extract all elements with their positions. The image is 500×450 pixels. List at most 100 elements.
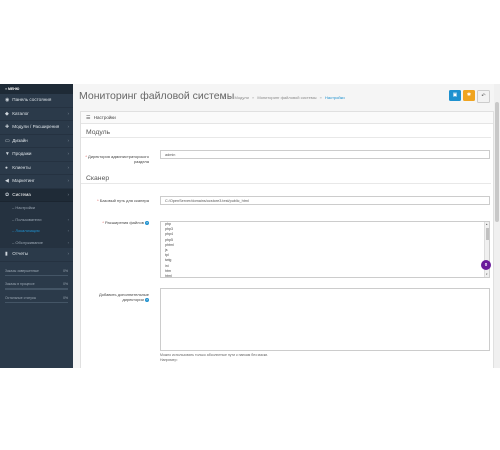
stat-value: 0% <box>63 268 68 273</box>
app-window: ≡ МЕНЮ ◉ Панель состояния ◆ Каталог › ✚ … <box>0 84 500 368</box>
sidebar-item-label: Дизайн <box>12 137 28 143</box>
gear-icon: ✿ <box>5 192 10 198</box>
sidebar-item-dashboard[interactable]: ◉ Панель состояния <box>0 94 73 108</box>
puzzle-icon: ✚ <box>5 125 10 130</box>
sidebar-item-label: Продажи <box>12 151 32 156</box>
breadcrumb-separator: » <box>319 94 322 100</box>
sidebar-subitem-settings[interactable]: – Настройки <box>0 202 73 214</box>
scroll-down-icon[interactable]: ▼ <box>486 273 488 276</box>
sidebar-item-system[interactable]: ✿ Система › <box>0 188 73 202</box>
chevron-right-icon: › <box>67 164 70 170</box>
extensions-listbox[interactable]: php php3 php4 php5 phtml js tpl twig ini… <box>160 221 490 278</box>
scroll-up-icon[interactable]: ▲ <box>486 223 488 226</box>
chevron-right-icon: › <box>67 191 70 197</box>
hint-text: Можно использовать только абсолютные пут… <box>160 353 269 357</box>
progress-bar <box>5 288 68 290</box>
sidebar-subitem-label: Локализация <box>15 228 40 233</box>
sidebar-item-customers[interactable]: ● Клиенты › <box>0 162 73 175</box>
extra-dirs-label-text: Добавить дополнительные директории <box>98 292 149 302</box>
sidebar-subitem-maintenance[interactable]: – Обслуживание › <box>0 236 73 248</box>
chevron-right-icon: › <box>67 251 70 256</box>
stat-label: Остальные статусы <box>5 295 37 300</box>
stat-processing: Заказы в процессе 0% <box>5 282 68 290</box>
sidebar-subitem-label: Пользователи <box>15 216 42 222</box>
progress-bar <box>5 274 68 277</box>
chevron-right-icon: › <box>67 216 69 222</box>
breadcrumb-separator: » <box>229 94 232 100</box>
main-content: Мониторинг файловой системы ⌂ » Модули »… <box>73 84 500 368</box>
chevron-right-icon: › <box>67 110 70 116</box>
sidebar-item-label: Каталог <box>12 110 29 116</box>
share-icon: ◀ <box>5 179 9 184</box>
order-stats: Заказы завершенные 0% Заказы в процессе 0%… <box>0 269 73 304</box>
scrollbar-thumb[interactable] <box>485 228 489 240</box>
chart-icon: ▮ <box>5 252 8 257</box>
save-icon: ▣ <box>452 92 458 98</box>
chevron-right-icon: › <box>67 151 70 156</box>
stat-completed: Заказы завершенные 0% <box>5 269 68 277</box>
bullet-icon: – <box>12 216 15 222</box>
admin-dir-label-text: Директория администраторского раздела <box>88 154 149 164</box>
home-icon[interactable]: ⌂ <box>223 95 226 101</box>
sidebar-subitem-label: Настройки <box>15 205 35 210</box>
list-icon: ☰ <box>86 115 91 121</box>
dashboard-icon: ◉ <box>5 98 10 103</box>
sidebar: ≡ МЕНЮ ◉ Панель состояния ◆ Каталог › ✚ … <box>0 84 73 368</box>
required-mark: * <box>102 220 104 225</box>
scrollbar-thumb[interactable] <box>495 102 499 222</box>
required-mark: * <box>85 154 87 159</box>
admin-dir-label: * Директория администраторского раздела <box>81 154 149 164</box>
breadcrumb-current[interactable]: Настройки <box>325 95 345 100</box>
sidebar-item-label: Система <box>12 191 31 197</box>
settings-button[interactable]: ✱ <box>463 90 475 101</box>
chevron-right-icon: › <box>67 239 69 245</box>
bullet-icon: – <box>12 205 15 210</box>
bullet-icon: – <box>12 239 15 245</box>
monitor-icon: ▭ <box>5 138 10 144</box>
sidebar-header: ≡ МЕНЮ <box>0 84 73 94</box>
base-path-input[interactable]: C:/OpenServer/domains/ocstore3.test/publ… <box>160 196 490 205</box>
save-button[interactable]: ▣ <box>449 90 461 101</box>
breadcrumb-page[interactable]: Мониторинг файловой системы <box>257 95 316 100</box>
page-header: Мониторинг файловой системы ⌂ » Модули »… <box>73 84 500 108</box>
back-arrow-icon: ↶ <box>481 93 486 99</box>
sidebar-subitem-localisation[interactable]: – Локализация › <box>0 225 73 237</box>
extra-dirs-textarea[interactable] <box>160 288 490 351</box>
extensions-label-text: Расширения файлов <box>105 220 144 225</box>
help-icon: ? <box>145 220 149 225</box>
hint-example: Например: <box>160 358 178 362</box>
sidebar-item-extensions[interactable]: ✚ Модули / Расширения › <box>0 121 73 135</box>
sidebar-item-reports[interactable]: ▮ Отчеты › <box>0 248 73 262</box>
user-icon: ● <box>5 165 8 171</box>
sidebar-item-marketing[interactable]: ◀ Маркетинг › <box>0 175 73 189</box>
sidebar-header-label: МЕНЮ <box>8 87 20 91</box>
sidebar-item-label: Панель состояния <box>12 97 52 102</box>
menu-icon: ≡ <box>5 87 8 91</box>
back-button[interactable]: ↶ <box>477 90 490 103</box>
sidebar-item-sales[interactable]: ▼ Продажи › <box>0 148 73 162</box>
cart-icon: ▼ <box>5 152 10 157</box>
extensions-label: * Расширения файлов ? <box>81 220 149 225</box>
gear-icon: ✱ <box>466 92 472 98</box>
sidebar-item-label: Модули / Расширения <box>12 124 60 129</box>
page-scrollbar[interactable] <box>494 84 500 368</box>
sidebar-item-label: Маркетинг <box>12 178 35 183</box>
sidebar-item-catalog[interactable]: ◆ Каталог › <box>0 108 73 121</box>
notification-badge[interactable]: 0 <box>481 260 491 270</box>
breadcrumb-modules[interactable]: Модули <box>235 95 249 100</box>
required-mark: * <box>97 198 99 203</box>
chevron-right-icon: › <box>67 124 70 129</box>
page-title: Мониторинг файловой системы <box>79 90 235 102</box>
stat-value: 0% <box>63 295 68 300</box>
chevron-right-icon: › <box>67 228 69 233</box>
sidebar-subitem-users[interactable]: – Пользователи › <box>0 213 73 225</box>
list-option[interactable]: html <box>161 274 489 277</box>
sidebar-item-design[interactable]: ▭ Дизайн › <box>0 135 73 148</box>
progress-bar <box>5 301 68 304</box>
stat-value: 0% <box>63 282 68 287</box>
base-path-label: * Базовый путь для сканера <box>81 198 149 203</box>
chevron-right-icon: › <box>67 178 70 183</box>
module-legend: Модуль <box>81 128 491 138</box>
bullet-icon: – <box>12 228 15 233</box>
admin-dir-input[interactable]: admin <box>160 150 490 159</box>
